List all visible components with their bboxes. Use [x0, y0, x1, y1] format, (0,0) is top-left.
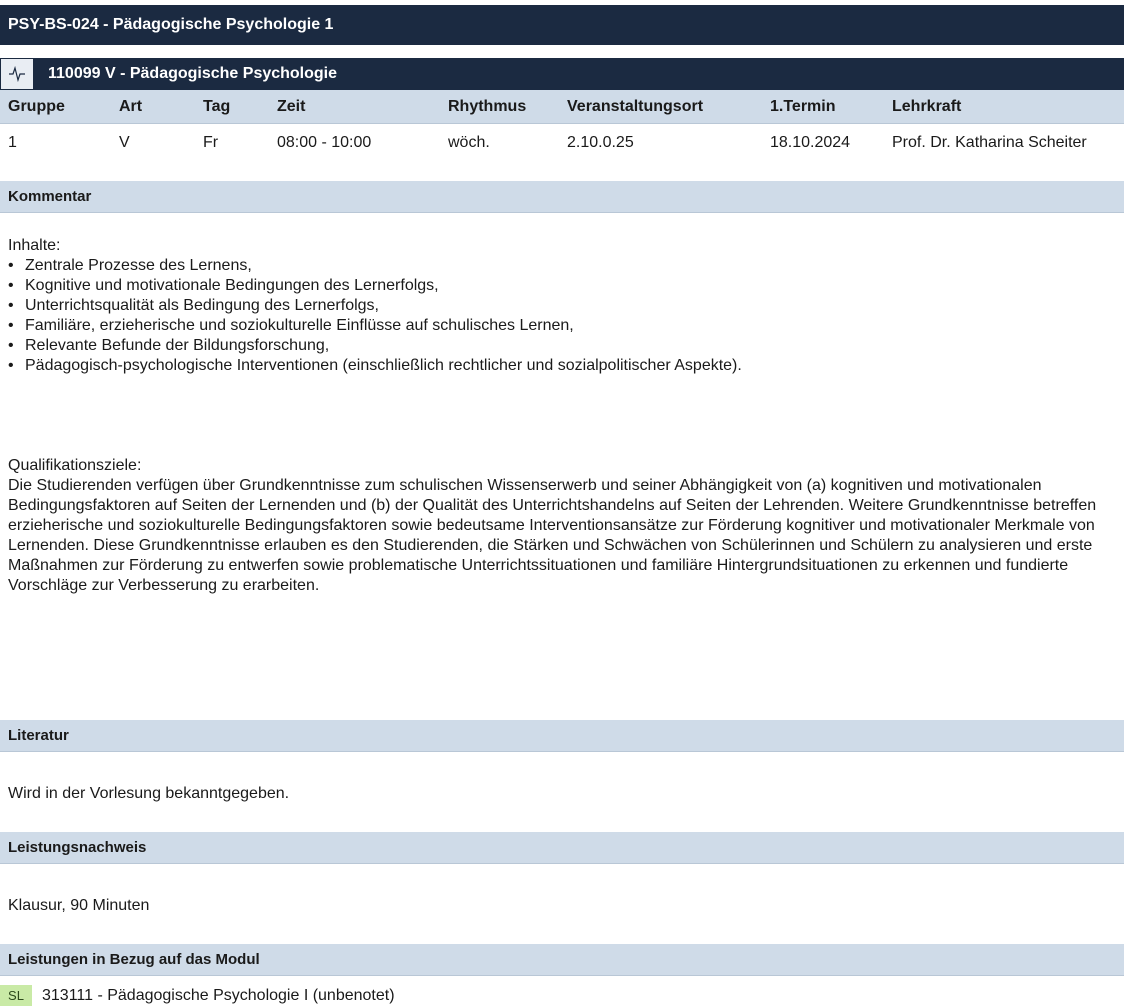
- list-item: Unterrichtsqualität als Bedingung des Le…: [8, 296, 1113, 316]
- course-title: 110099 V - Pädagogische Psychologie: [48, 65, 338, 82]
- cell-gruppe: 1: [8, 134, 17, 151]
- pulse-icon[interactable]: [0, 58, 34, 90]
- qualifikationsziele-text: Die Studierenden verfügen über Grundkenn…: [8, 477, 1097, 594]
- column-header-ort: Veranstaltungsort: [559, 90, 762, 124]
- list-item: Kognitive und motivationale Bedingungen …: [8, 276, 1113, 296]
- list-item: Familiäre, erzieherische und soziokultur…: [8, 316, 1113, 336]
- cell-lehrkraft: Prof. Dr. Katharina Scheiter: [892, 134, 1087, 151]
- cell-tag: Fr: [203, 134, 219, 151]
- section-header-kommentar: Kommentar: [0, 181, 1124, 213]
- section-header-leistungen-modul: Leistungen in Bezug auf das Modul: [0, 944, 1124, 976]
- table-row: 1 V Fr 08:00 - 10:00 wöch. 2.10.0.25 18.…: [0, 124, 1124, 181]
- modul-leistung-text: 313111 - Pädagogische Psychologie I (unb…: [42, 987, 395, 1004]
- qualifikationsziele-label: Qualifikationsziele:: [8, 457, 142, 474]
- module-title: PSY-BS-024 - Pädagogische Psychologie 1: [0, 5, 1124, 45]
- table-header-row: Gruppe Art Tag Zeit Rhythmus Veranstaltu…: [0, 90, 1124, 124]
- modul-leistung-row: SL 313111 - Pädagogische Psychologie I (…: [0, 985, 395, 1006]
- section-header-literatur: Literatur: [0, 720, 1124, 752]
- sl-badge: SL: [0, 985, 32, 1006]
- list-item: Zentrale Prozesse des Lernens,: [8, 256, 1113, 276]
- course-header: 110099 V - Pädagogische Psychologie: [0, 58, 1124, 90]
- kommentar-body: Inhalte: Zentrale Prozesse des Lernens, …: [8, 236, 1113, 376]
- literatur-text: Wird in der Vorlesung bekanntgegeben.: [8, 785, 290, 802]
- inhalte-list: Zentrale Prozesse des Lernens, Kognitive…: [8, 256, 1113, 376]
- leistungsnachweis-text: Klausur, 90 Minuten: [8, 897, 150, 914]
- qualifikationsziele-body: Qualifikationsziele: Die Studierenden ve…: [8, 456, 1113, 596]
- column-header-art: Art: [111, 90, 195, 124]
- column-header-tag: Tag: [195, 90, 269, 124]
- column-header-rhythmus: Rhythmus: [440, 90, 559, 124]
- column-header-gruppe: Gruppe: [0, 90, 111, 124]
- cell-ort: 2.10.0.25: [567, 134, 634, 151]
- cell-rhythmus: wöch.: [448, 134, 490, 151]
- cell-termin: 18.10.2024: [770, 134, 851, 151]
- cell-art: V: [119, 134, 130, 151]
- column-header-lehrkraft: Lehrkraft: [884, 90, 1124, 124]
- appointments-table: Gruppe Art Tag Zeit Rhythmus Veranstaltu…: [0, 90, 1124, 180]
- list-item: Pädagogisch-psychologische Interventione…: [8, 356, 1113, 376]
- list-item: Relevante Befunde der Bildungsforschung,: [8, 336, 1113, 356]
- cell-zeit: 08:00 - 10:00: [277, 134, 372, 151]
- inhalte-label: Inhalte:: [8, 237, 61, 254]
- column-header-termin: 1.Termin: [762, 90, 884, 124]
- section-header-leistungsnachweis: Leistungsnachweis: [0, 832, 1124, 864]
- column-header-zeit: Zeit: [269, 90, 440, 124]
